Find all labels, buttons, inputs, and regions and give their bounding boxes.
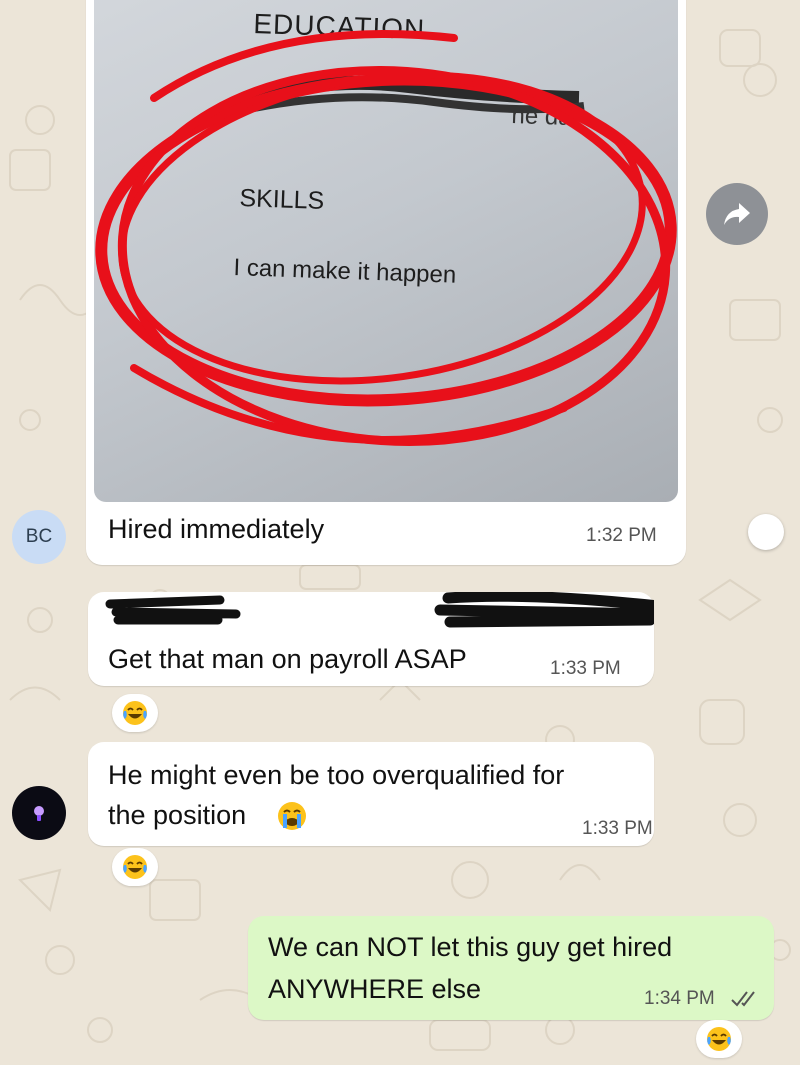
message-bubble[interactable]: Get that man on payroll ASAP 1:33 PM (88, 592, 654, 686)
message-text-line: He might even be too overqualified for (108, 760, 565, 790)
redacted-name (105, 592, 654, 628)
avatar-initials: BC (25, 526, 53, 547)
message-text: Get that man on payroll ASAP (108, 644, 467, 674)
laughing-tears-emoji (707, 1027, 731, 1051)
message-text-line: We can NOT let this guy get hired (268, 932, 673, 962)
message-time: 1:33 PM (550, 658, 621, 679)
message-reaction[interactable] (112, 848, 158, 886)
forward-icon (724, 203, 750, 225)
double-check-icon (731, 991, 755, 1007)
crying-face-emoji (278, 802, 306, 830)
message-text-line: ANYWHERE else (268, 974, 482, 1004)
laughing-tears-emoji (123, 701, 147, 725)
message-text-line: the position (108, 800, 247, 830)
message-text: Hired immediately (108, 514, 325, 544)
message-bubble[interactable]: He might even be too overqualified for t… (88, 742, 654, 846)
avatar[interactable]: BC (12, 510, 66, 564)
scroll-indicator[interactable] (748, 514, 784, 550)
message-time: 1:34 PM (644, 988, 715, 1009)
shared-photo[interactable]: EDUCATION ne da SKILLS I can make it hap… (94, 0, 678, 502)
outgoing-message-bubble[interactable]: We can NOT let this guy get hired ANYWHE… (248, 916, 774, 1020)
red-annotation-circle (95, 30, 677, 447)
message-time: 1:33 PM (582, 818, 653, 839)
avatar-glow-icon (34, 806, 44, 821)
message-reaction[interactable] (112, 694, 158, 732)
avatar[interactable] (12, 786, 66, 840)
message-time: 1:32 PM (586, 525, 657, 546)
message-reaction[interactable] (696, 1020, 742, 1058)
laughing-tears-emoji (123, 855, 147, 879)
forward-button[interactable] (706, 183, 768, 245)
photo-message-bubble[interactable]: EDUCATION ne da SKILLS I can make it hap… (86, 0, 686, 565)
